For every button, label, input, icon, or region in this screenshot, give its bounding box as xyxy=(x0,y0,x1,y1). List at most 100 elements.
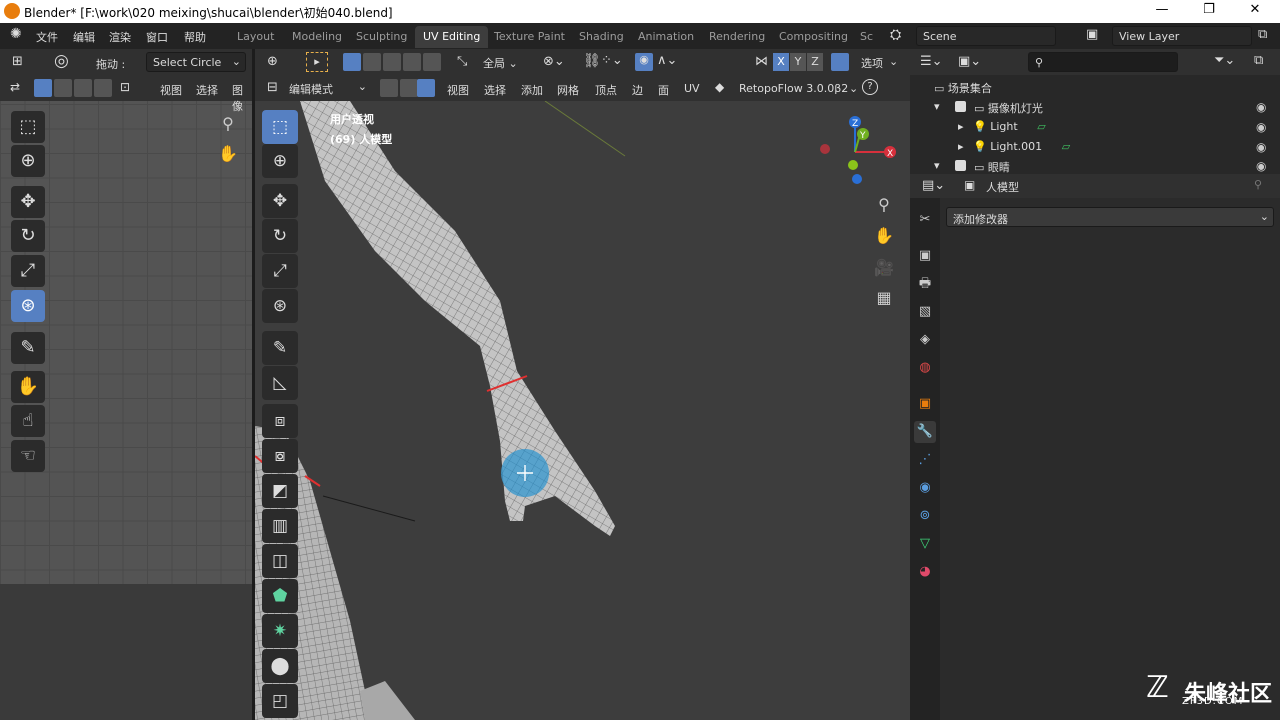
constraints-tab-icon[interactable]: ⊚ xyxy=(914,505,936,527)
tab-texture-paint[interactable]: Texture Paint xyxy=(486,26,573,48)
mode-intersect-icon[interactable] xyxy=(403,53,421,71)
mirror-z-toggle[interactable]: Z xyxy=(807,53,823,71)
vertex-select-icon[interactable] xyxy=(34,79,52,97)
edge-select-icon[interactable] xyxy=(54,79,72,97)
uv-pan-icon[interactable]: ✋ xyxy=(216,142,240,166)
tab-scripting[interactable]: Sc xyxy=(852,26,881,48)
uv-tool-select-icon[interactable]: ⬚ xyxy=(11,111,45,143)
material-tab-icon[interactable]: ◕ xyxy=(914,561,936,583)
face-mode-icon[interactable] xyxy=(417,79,435,97)
vp-zoom-icon[interactable]: ⚲ xyxy=(872,193,896,217)
retopoflow-menu[interactable]: RetopoFlow 3.0.0β2 xyxy=(739,82,848,95)
vp-tool-spin-icon[interactable]: ✷ xyxy=(262,614,298,648)
retopoflow-icon[interactable]: ◆ xyxy=(715,80,724,94)
view-layer-icon[interactable]: ▣ xyxy=(1086,27,1098,42)
view-layer-tab-icon[interactable]: ▧ xyxy=(914,301,936,323)
falloff-icon[interactable]: ∧⌄ xyxy=(657,53,677,68)
vp-camera-icon[interactable]: 🎥 xyxy=(872,256,896,280)
tab-layout[interactable]: Layout xyxy=(229,26,282,48)
face-select-icon[interactable] xyxy=(74,79,92,97)
mode-subtract-icon[interactable] xyxy=(383,53,401,71)
modifier-tab-icon[interactable]: 🔧 xyxy=(914,421,936,443)
editor-type-icon[interactable]: ⊕ xyxy=(267,54,278,69)
tab-modeling[interactable]: Modeling xyxy=(284,26,350,48)
menu-help[interactable]: 帮助 xyxy=(184,29,206,45)
uv-tool-cursor-icon[interactable]: ⊕ xyxy=(11,145,45,177)
vp-tool-scale-icon[interactable]: ⤢ xyxy=(262,254,298,288)
snap-icon[interactable]: ⛓ xyxy=(583,53,601,69)
vp-tool-shear-icon[interactable]: ◰ xyxy=(262,684,298,718)
scene-icon[interactable]: ⛭ xyxy=(890,27,901,43)
scene-tab-icon[interactable]: ◈ xyxy=(914,329,936,351)
visibility-eye-icon[interactable]: ◉ xyxy=(1256,159,1266,173)
vp-tool-knife-icon[interactable]: ◫ xyxy=(262,544,298,578)
filter-icon[interactable]: ⏷⌄ xyxy=(1214,53,1235,68)
menu-edit[interactable]: 编辑 xyxy=(73,29,95,45)
uv-tool-relax-icon[interactable]: ☝ xyxy=(11,405,45,437)
output-tab-icon[interactable]: 🖶 xyxy=(914,273,936,295)
vp-menu-uv[interactable]: UV xyxy=(684,82,700,95)
options-dropdown[interactable]: 选项 xyxy=(861,55,883,71)
mirror-icon[interactable]: ⋈ xyxy=(755,54,768,69)
uv-tool-annotate-icon[interactable]: ✎ xyxy=(11,332,45,364)
uv-menu-view[interactable]: 视图 xyxy=(160,82,182,98)
tab-shading[interactable]: Shading xyxy=(571,26,632,48)
blender-menu-icon[interactable]: ✺ xyxy=(10,26,22,42)
uv-sync-icon[interactable]: ⇄ xyxy=(10,80,20,94)
pivot-point-icon[interactable]: ⊗⌄ xyxy=(543,54,565,69)
vertex-mode-icon[interactable] xyxy=(380,79,398,97)
vp-tool-inset-icon[interactable]: ⧇ xyxy=(262,439,298,473)
vp-tool-extrude-icon[interactable]: ⧈ xyxy=(262,404,298,438)
tab-compositing[interactable]: Compositing xyxy=(771,26,856,48)
snap-target-icon[interactable]: ⁘⌄ xyxy=(601,53,623,68)
display-mode-icon[interactable]: ▣⌄ xyxy=(958,54,981,69)
uv-menu-select[interactable]: 选择 xyxy=(196,82,218,98)
3d-viewport[interactable]: Z X Y 用户透视 (69) 人模型 xyxy=(255,101,910,720)
visibility-eye-icon[interactable]: ◉ xyxy=(1256,140,1266,154)
tab-sculpting[interactable]: Sculpting xyxy=(348,26,415,48)
select-mode-dropdown[interactable]: Select Circle ⌄ xyxy=(146,52,246,72)
tab-animation[interactable]: Animation xyxy=(630,26,702,48)
menu-window[interactable]: 窗口 xyxy=(146,29,168,45)
proportional-edit-icon[interactable]: ◉ xyxy=(635,53,653,71)
vp-menu-mesh[interactable]: 网格 xyxy=(557,82,579,98)
vp-tool-move-icon[interactable]: ✥ xyxy=(262,184,298,218)
visibility-eye-icon[interactable]: ◉ xyxy=(1256,100,1266,114)
vp-tool-bevel-icon[interactable]: ◩ xyxy=(262,474,298,508)
physics-tab-icon[interactable]: ◉ xyxy=(914,477,936,499)
mirror-x-toggle[interactable]: X xyxy=(773,53,789,71)
visibility-eye-icon[interactable]: ◉ xyxy=(1256,120,1266,134)
vp-tool-select-icon[interactable]: ⬚ xyxy=(262,110,298,144)
mode-invert-icon[interactable] xyxy=(423,53,441,71)
navigation-gizmo[interactable]: Z X Y xyxy=(820,116,896,184)
vp-tool-loopcut-icon[interactable]: ▥ xyxy=(262,509,298,543)
vp-tool-cursor-icon[interactable]: ⊕ xyxy=(262,144,298,178)
mirror-y-toggle[interactable]: Y xyxy=(790,53,806,71)
close-button[interactable]: ✕ xyxy=(1245,2,1265,20)
help-icon[interactable]: ? xyxy=(862,79,878,95)
checkbox-icon[interactable] xyxy=(955,101,966,112)
tool-tab-icon[interactable]: ✂ xyxy=(914,209,936,231)
new-collection-icon[interactable]: ⧉ xyxy=(1254,53,1263,68)
vp-menu-select[interactable]: 选择 xyxy=(484,82,506,98)
tab-rendering[interactable]: Rendering xyxy=(701,26,773,48)
vp-menu-add[interactable]: 添加 xyxy=(521,82,543,98)
view-layer-field[interactable]: View Layer xyxy=(1112,26,1252,46)
uv-tool-move-icon[interactable]: ✥ xyxy=(11,186,45,218)
vp-perspective-icon[interactable]: ▦ xyxy=(872,286,896,310)
mode-dropdown[interactable]: 编辑模式 ⌄ xyxy=(283,78,369,98)
scene-field[interactable]: Scene xyxy=(916,26,1056,46)
add-modifier-dropdown[interactable]: 添加修改器 ⌄ xyxy=(946,207,1274,227)
world-tab-icon[interactable]: ◍ xyxy=(914,357,936,379)
object-tab-icon[interactable]: ▣ xyxy=(914,393,936,415)
vp-tool-smooth-icon[interactable]: ⬤ xyxy=(262,649,298,683)
mode-extend-icon[interactable] xyxy=(363,53,381,71)
vp-pan-icon[interactable]: ✋ xyxy=(872,224,896,248)
uv-tool-pinch-icon[interactable]: ☜ xyxy=(11,440,45,472)
editor-type-icon[interactable]: ⊞ xyxy=(12,54,23,69)
mode-new-icon[interactable] xyxy=(343,53,361,71)
island-select-icon[interactable] xyxy=(94,79,112,97)
select-box-icon[interactable]: ▸ xyxy=(306,52,328,72)
outliner-scene-collection[interactable]: ▭ 场景集合 xyxy=(934,80,992,100)
transform-orientation-dropdown[interactable]: 全局 ⌄ xyxy=(477,52,533,72)
